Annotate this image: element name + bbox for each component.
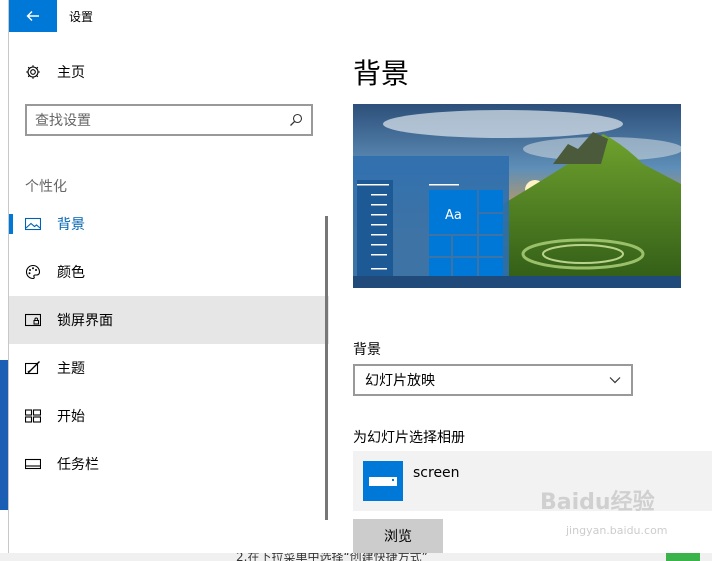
sidebar-item-label: 背景	[57, 217, 85, 233]
sidebar-item-start[interactable]: 开始	[9, 392, 329, 440]
window-title: 设置	[69, 9, 94, 24]
sidebar-item-label: 任务栏	[57, 457, 99, 473]
desktop-background-strip	[0, 360, 8, 510]
folder-icon	[363, 461, 403, 501]
green-tag	[666, 553, 700, 561]
picture-icon	[25, 216, 41, 232]
sidebar-item-colors[interactable]: 颜色	[9, 248, 329, 296]
baidu-watermark: Baidu经验	[540, 490, 655, 515]
sidebar-scrollbar[interactable]	[325, 216, 328, 520]
sidebar-item-label: 主页	[57, 65, 85, 81]
start-icon	[25, 408, 41, 424]
sidebar-item-background[interactable]: 背景	[9, 200, 329, 248]
page-title: 背景	[353, 57, 410, 90]
theme-icon	[25, 360, 41, 376]
desktop-edge-left	[0, 0, 8, 561]
main-content: 背景 Aa 背景 幻灯片放映 为幻灯片选择相册 screen 浏览	[353, 0, 712, 553]
sidebar-item-themes[interactable]: 主题	[9, 344, 329, 392]
settings-window: 设置 主页 查找设置 个性化 背景 颜色 锁屏界面 主题 开始 任务栏 背景 A…	[8, 0, 712, 553]
browse-button[interactable]: 浏览	[353, 519, 443, 553]
taskbar-icon	[25, 456, 41, 472]
sidebar-item-taskbar[interactable]: 任务栏	[9, 440, 329, 488]
back-arrow-icon	[26, 11, 39, 21]
search-placeholder: 查找设置	[35, 113, 91, 129]
background-preview: Aa	[353, 104, 681, 288]
chevron-down-icon	[609, 377, 621, 384]
gear-icon	[25, 64, 41, 80]
dropdown-value: 幻灯片放映	[365, 373, 435, 389]
sidebar-item-lock-screen[interactable]: 锁屏界面	[9, 296, 329, 344]
background-type-dropdown[interactable]: 幻灯片放映	[353, 364, 633, 396]
sidebar-item-home[interactable]: 主页	[9, 48, 329, 96]
sidebar-item-label: 主题	[57, 361, 85, 377]
sidebar: 主页 查找设置 个性化 背景 颜色 锁屏界面 主题 开始 任务栏	[9, 48, 329, 553]
palette-icon	[25, 264, 41, 280]
sidebar-item-label: 开始	[57, 409, 85, 425]
section-heading: 个性化	[25, 179, 67, 195]
album-name: screen	[413, 465, 460, 481]
album-item[interactable]: screen	[353, 451, 712, 511]
background-type-label: 背景	[353, 342, 381, 358]
search-input[interactable]: 查找设置	[25, 104, 313, 136]
sidebar-item-label: 锁屏界面	[57, 313, 113, 329]
article-caption: 2.在下拉菜单中选择“创建快捷方式”	[236, 553, 428, 561]
preview-sample-text: Aa	[445, 208, 462, 223]
landscape-preview-image	[353, 104, 681, 288]
back-button[interactable]	[9, 0, 57, 32]
album-label: 为幻灯片选择相册	[353, 430, 465, 446]
sidebar-item-label: 颜色	[57, 265, 85, 281]
search-icon	[290, 113, 303, 126]
lock-screen-icon	[25, 312, 41, 328]
watermark-url: jingyan.baidu.com	[566, 524, 668, 537]
